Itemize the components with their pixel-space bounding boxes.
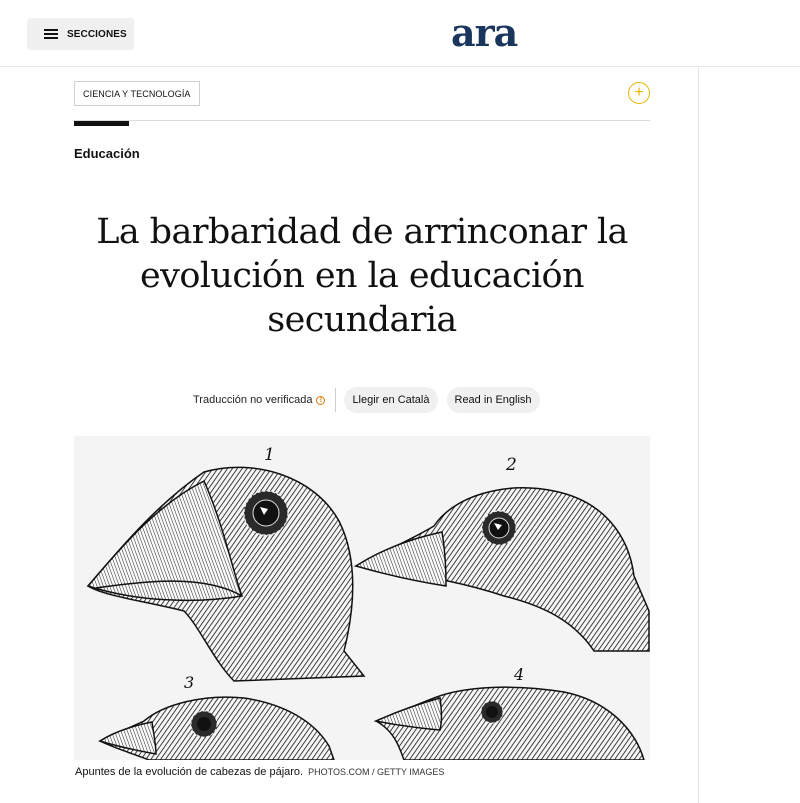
site-logo[interactable]: ara	[451, 9, 518, 57]
read-in-english-button[interactable]: Read in English	[446, 387, 540, 413]
follow-section-button[interactable]: +	[628, 82, 650, 104]
menu-icon	[44, 29, 58, 39]
site-header: SECCIONES ara	[0, 0, 800, 67]
section-divider-accent	[74, 121, 129, 126]
finch-head-2	[353, 487, 650, 652]
figure-number-3: 3	[184, 673, 194, 692]
figure-number-4: 4	[513, 665, 524, 684]
section-divider	[74, 120, 650, 121]
finch-heads-illustration: 1 2 3 4	[86, 445, 650, 760]
read-in-catalan-button[interactable]: Llegir en Català	[344, 387, 438, 413]
section-tag[interactable]: CIENCIA Y TECNOLOGÍA	[74, 81, 200, 106]
photo-credit: PHOTOS.COM / GETTY IMAGES	[308, 767, 445, 777]
article-kicker[interactable]: Educación	[74, 146, 140, 161]
translation-separator	[335, 388, 337, 412]
finch-head-1	[86, 466, 366, 682]
plus-icon: +	[634, 84, 644, 101]
translation-note: Traducción no verificada !	[193, 394, 326, 406]
translation-note-text: Traducción no verificada	[193, 394, 313, 406]
translation-bar: Traducción no verificada ! Llegir en Cat…	[193, 387, 549, 413]
finch-head-4	[373, 686, 645, 760]
finch-head-3	[98, 696, 335, 760]
figure-number-1: 1	[264, 445, 275, 465]
info-icon[interactable]: !	[316, 395, 326, 405]
image-caption: Apuntes de la evolución de cabezas de pá…	[75, 766, 444, 778]
article-headline: La barbaridad de arrinconar la evolución…	[96, 212, 628, 340]
sections-menu-label: SECCIONES	[67, 28, 127, 40]
figure-number-2: 2	[505, 455, 517, 475]
sections-menu-button[interactable]: SECCIONES	[27, 18, 134, 50]
caption-text: Apuntes de la evolución de cabezas de pá…	[75, 766, 304, 778]
article-image[interactable]: 1 2 3 4	[74, 436, 650, 760]
right-column-divider	[698, 67, 699, 803]
